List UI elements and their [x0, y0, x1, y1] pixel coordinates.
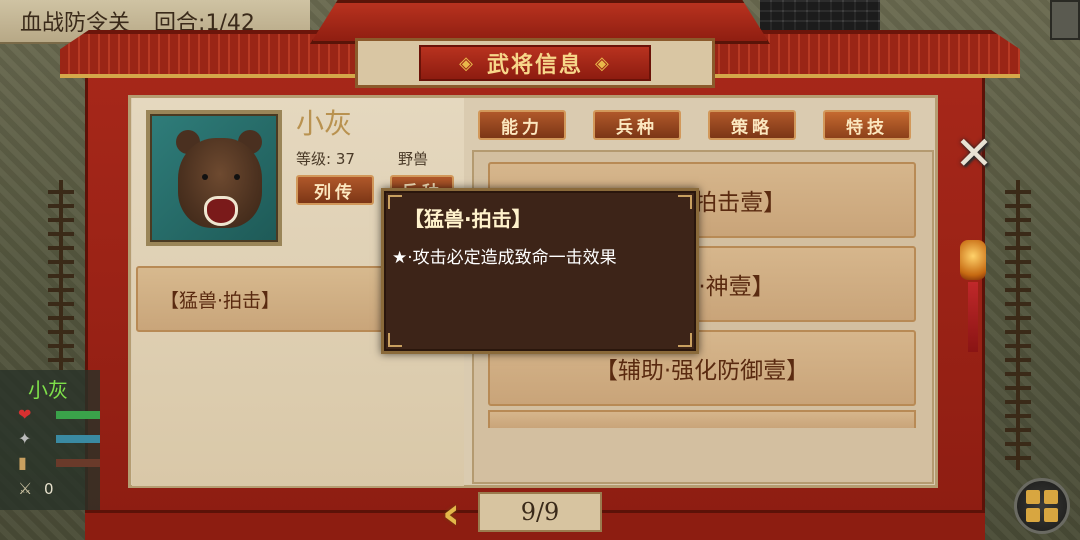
unit-name: 小灰 [28, 378, 68, 402]
main-menu-button[interactable] [1014, 478, 1070, 534]
tassel-decoration [968, 282, 978, 352]
bear-mouth [204, 196, 238, 226]
lantern-icon [960, 240, 986, 280]
dialog-title-plate: ◈ 武将信息 ◈ [355, 38, 715, 88]
skill-row-partial[interactable] [488, 410, 916, 428]
sword-icon: ⚔ [18, 479, 33, 498]
minimap-corner[interactable] [1050, 0, 1080, 40]
hero-level: 等级: 37 [296, 150, 355, 168]
tooltip-corner [678, 195, 692, 209]
heart-icon: ❤ [18, 405, 32, 424]
menu-grid-icon [1026, 490, 1040, 504]
close-icon[interactable]: ✕ [951, 130, 997, 176]
tab-special-skill[interactable]: 特技 [823, 110, 911, 140]
tooltip-description: ★·攻击必定造成致命一击效果 [392, 248, 617, 268]
prev-page-icon[interactable]: ‹ [442, 492, 472, 536]
hp-bar [56, 411, 100, 419]
page-indicator: 9/9 [478, 492, 602, 532]
morale-bar [56, 459, 100, 467]
mp-bar [56, 435, 100, 443]
hero-type: 野兽 [398, 150, 429, 168]
banner-icon: ▮ [18, 453, 27, 472]
wing-icon: ✦ [18, 429, 32, 448]
bear-eye [234, 174, 240, 180]
skill-item[interactable]: 【猛兽·拍击】 [136, 266, 386, 332]
tooltip-corner [388, 333, 402, 347]
tooltip-corner [678, 333, 692, 347]
spike-barrier [1005, 180, 1031, 470]
tooltip-corner [388, 195, 402, 209]
bear-eye [202, 174, 208, 180]
dialog-title: 武将信息 [486, 53, 583, 78]
biography-button[interactable]: 列传 [296, 175, 374, 205]
tab-strategy[interactable]: 策略 [708, 110, 796, 140]
tab-unit-type[interactable]: 兵种 [593, 110, 681, 140]
spike-barrier [48, 180, 74, 370]
hero-portrait [146, 110, 282, 246]
ornament-left-icon: ◈ [459, 52, 475, 74]
hero-name: 小灰 [296, 107, 353, 140]
attack-value: 0 [44, 480, 54, 498]
tab-ability[interactable]: 能力 [478, 110, 566, 140]
ornament-right-icon: ◈ [595, 52, 611, 74]
tooltip-title: 【猛兽·拍击】 [404, 207, 532, 231]
